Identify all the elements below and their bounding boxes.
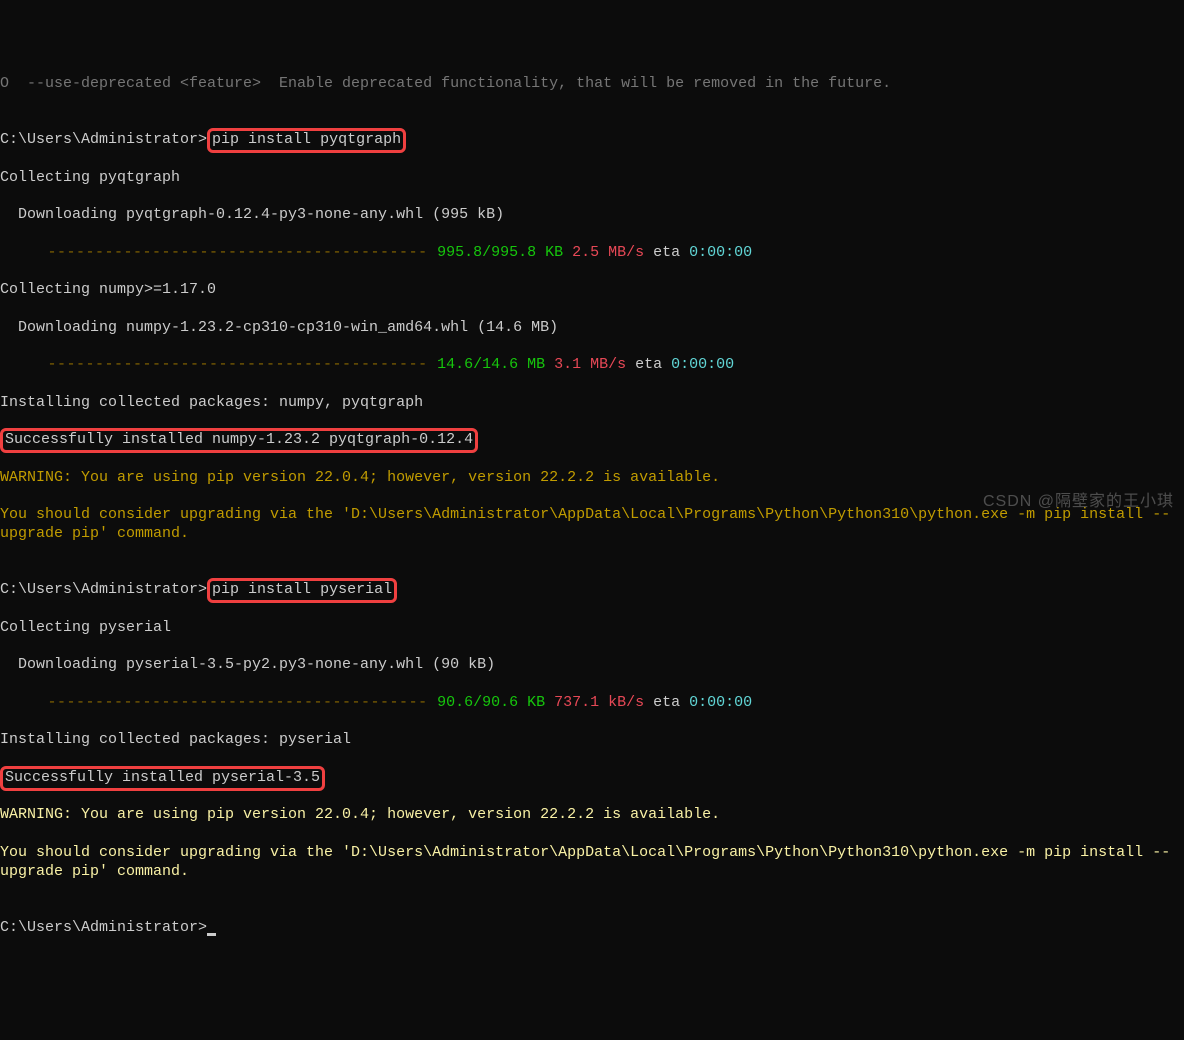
- cursor-icon: [207, 933, 216, 936]
- warning-line: WARNING: You are using pip version 22.0.…: [0, 469, 1184, 488]
- progress-line: ----------------------------------------…: [0, 356, 1184, 375]
- terminal-line: Downloading pyqtgraph-0.12.4-py3-none-an…: [0, 206, 1184, 225]
- warning-line: You should consider upgrading via the 'D…: [0, 844, 1184, 882]
- prompt: C:\Users\Administrator>: [0, 919, 207, 936]
- terminal-line: Successfully installed pyserial-3.5: [0, 769, 1184, 788]
- progress-line: ----------------------------------------…: [0, 694, 1184, 713]
- progress-line: ----------------------------------------…: [0, 244, 1184, 263]
- terminal-line: Installing collected packages: pyserial: [0, 731, 1184, 750]
- warning-line: WARNING: You are using pip version 22.0.…: [0, 806, 1184, 825]
- highlighted-success: Successfully installed pyserial-3.5: [0, 766, 325, 791]
- terminal-line[interactable]: C:\Users\Administrator>pip install pyqtg…: [0, 131, 1184, 150]
- terminal-line: O --use-deprecated <feature> Enable depr…: [0, 75, 1184, 94]
- watermark: CSDN @隔壁家的王小琪: [983, 492, 1174, 512]
- terminal-line: Downloading pyserial-3.5-py2.py3-none-an…: [0, 656, 1184, 675]
- terminal-line[interactable]: C:\Users\Administrator>: [0, 919, 1184, 938]
- highlighted-success: Successfully installed numpy-1.23.2 pyqt…: [0, 428, 478, 453]
- prompt: C:\Users\Administrator>: [0, 581, 207, 598]
- highlighted-command: pip install pyqtgraph: [207, 128, 406, 153]
- terminal-line: Collecting pyserial: [0, 619, 1184, 638]
- terminal-line: Downloading numpy-1.23.2-cp310-cp310-win…: [0, 319, 1184, 338]
- terminal-line: Collecting numpy>=1.17.0: [0, 281, 1184, 300]
- terminal-line: Successfully installed numpy-1.23.2 pyqt…: [0, 431, 1184, 450]
- highlighted-command: pip install pyserial: [207, 578, 397, 603]
- terminal-line[interactable]: C:\Users\Administrator>pip install pyser…: [0, 581, 1184, 600]
- terminal-line: Collecting pyqtgraph: [0, 169, 1184, 188]
- prompt: C:\Users\Administrator>: [0, 131, 207, 148]
- terminal-line: Installing collected packages: numpy, py…: [0, 394, 1184, 413]
